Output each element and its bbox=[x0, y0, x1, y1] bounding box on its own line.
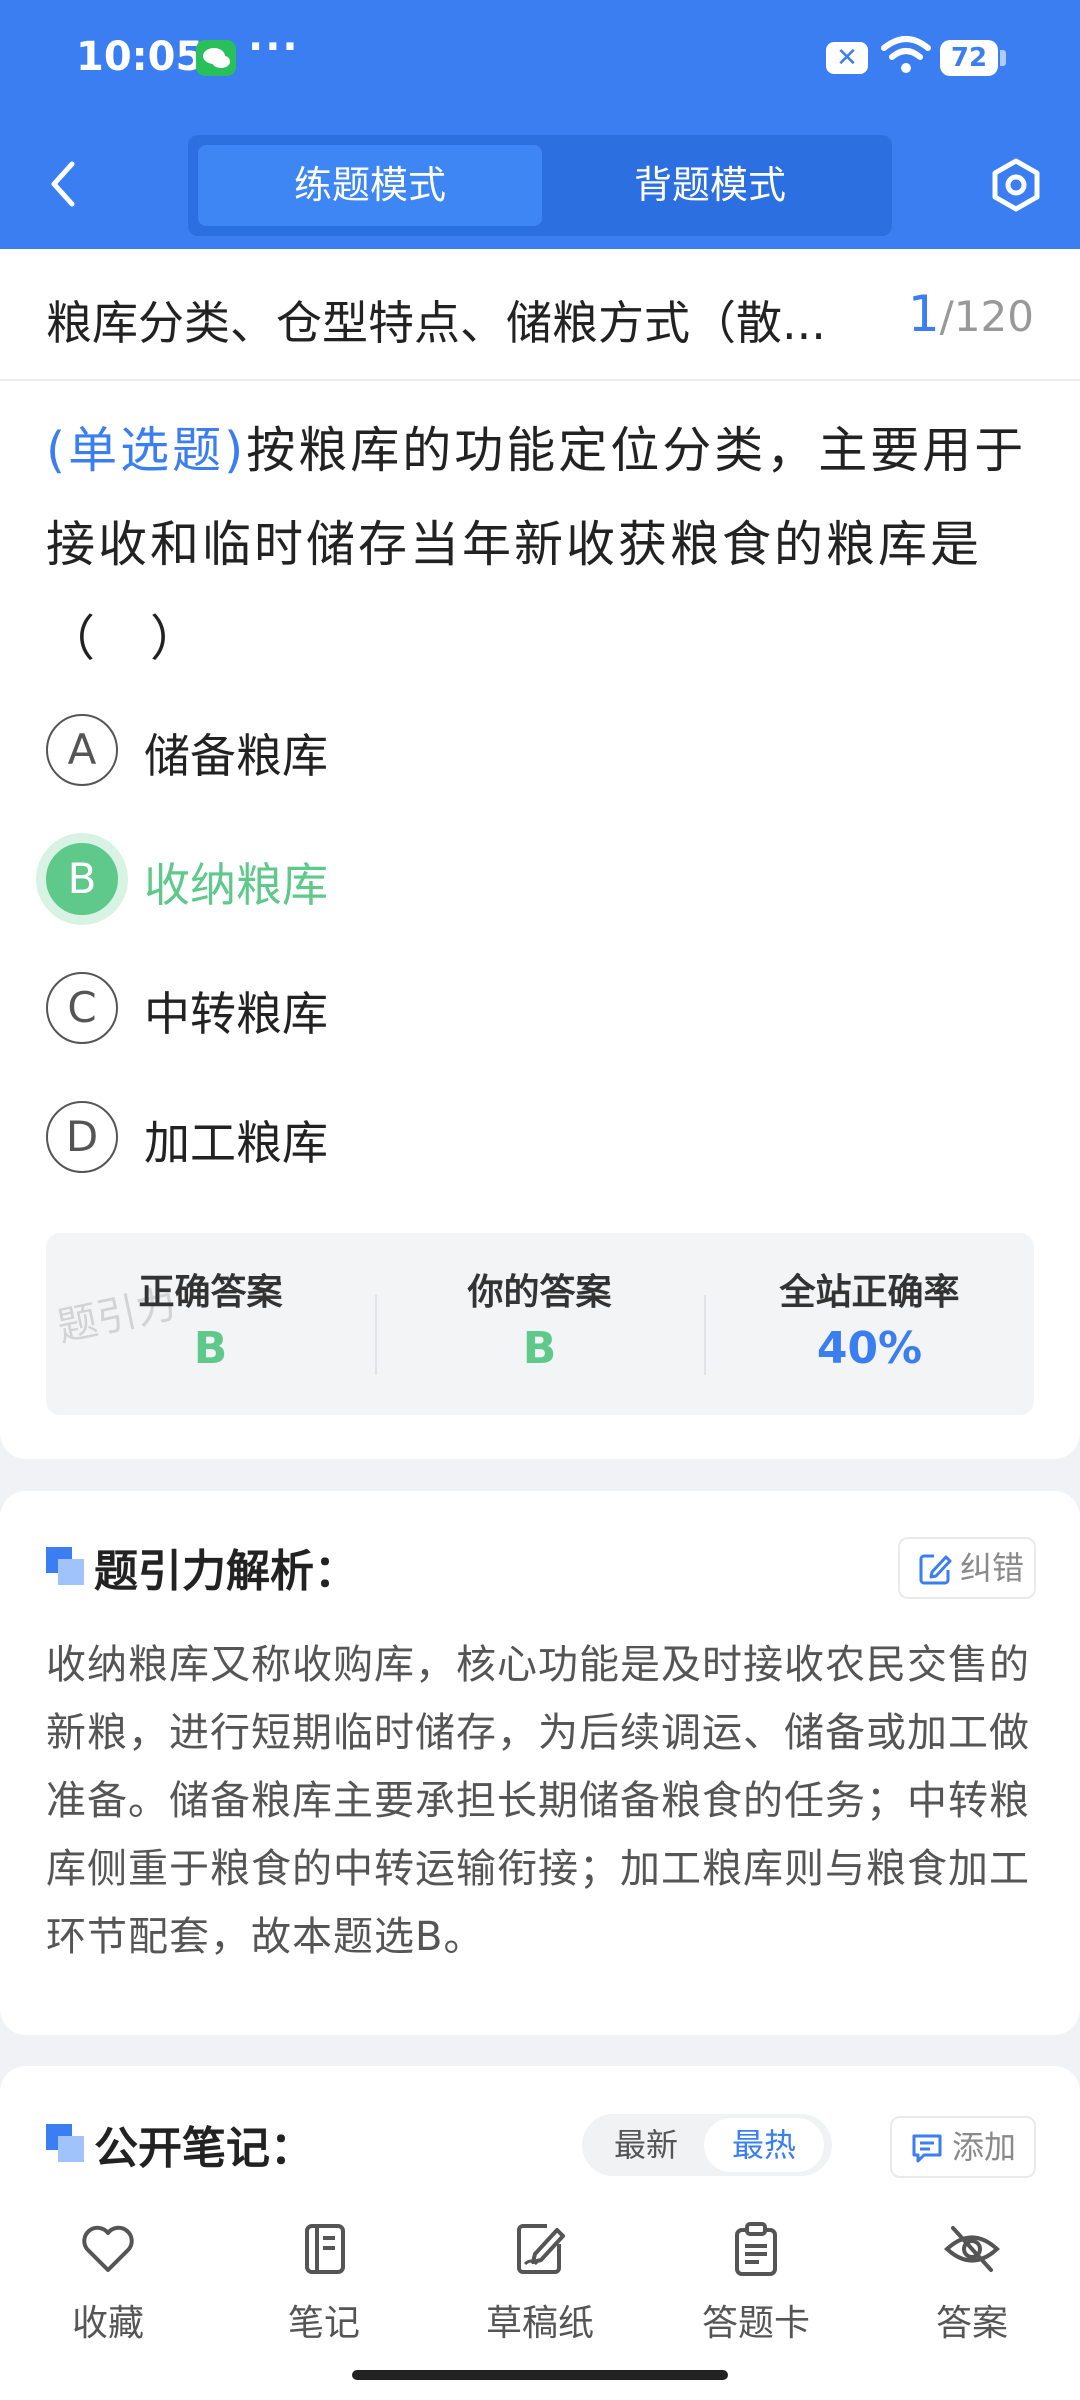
notes-sort-toggle: 最新 最热 bbox=[582, 2114, 832, 2176]
answer-card-button[interactable]: 答题卡 bbox=[676, 2220, 836, 2360]
correct-answer-value: B bbox=[193, 1323, 228, 1374]
add-note-button[interactable]: 添加 bbox=[890, 2116, 1036, 2178]
analysis-text: 收纳粮库又称收购库，核心功能是及时接收农民交售的新粮，进行短期临时储存，为后续调… bbox=[46, 1642, 1030, 1960]
settings-icon[interactable] bbox=[986, 155, 1046, 215]
chapter-title: 粮库分类、仓型特点、储粮方式（散... bbox=[46, 296, 826, 350]
breadcrumb: 粮库分类、仓型特点、储粮方式（散... 1/120 bbox=[0, 249, 1080, 381]
accuracy-column: 全站正确率 40% bbox=[705, 1233, 1034, 1415]
heart-icon bbox=[82, 2225, 134, 2272]
option-c-label: 中转粮库 bbox=[144, 987, 328, 1041]
edit-icon bbox=[919, 1554, 952, 1585]
option-a-key: A bbox=[46, 714, 118, 786]
wechat-notification-icon bbox=[196, 40, 236, 76]
no-sim-icon: ✕ bbox=[826, 42, 868, 74]
tab-practice-mode[interactable]: 练题模式 bbox=[198, 145, 542, 226]
total-questions: /120 bbox=[939, 292, 1034, 341]
favorite-button[interactable]: 收藏 bbox=[28, 2220, 188, 2360]
option-b-label: 收纳粮库 bbox=[144, 858, 328, 912]
top-header: 10:05 ··· ✕ 72 练题模式 背题模式 bbox=[0, 0, 1080, 249]
current-question-number: 1 bbox=[907, 285, 940, 343]
your-answer-value: B bbox=[522, 1323, 557, 1374]
add-note-label: 添加 bbox=[952, 2128, 1017, 2166]
answer-label: 答案 bbox=[935, 2303, 1008, 2344]
battery-indicator: 72 bbox=[940, 40, 1006, 76]
status-time: 10:05 bbox=[76, 34, 204, 80]
more-notifications-icon: ··· bbox=[248, 24, 300, 70]
your-answer-label: 你的答案 bbox=[467, 1272, 612, 1313]
section-square-icon bbox=[46, 2124, 84, 2162]
analysis-title: 题引力解析： bbox=[94, 1546, 358, 1597]
notes-title: 公开笔记： bbox=[94, 2123, 314, 2174]
option-d[interactable]: D 加工粮库 bbox=[46, 1101, 946, 1175]
report-error-button[interactable]: 纠错 bbox=[898, 1537, 1036, 1599]
option-a-label: 储备粮库 bbox=[144, 729, 328, 783]
clipboard-icon bbox=[735, 2222, 777, 2276]
mode-switch: 练题模式 背题模式 bbox=[188, 135, 892, 236]
option-d-label: 加工粮库 bbox=[144, 1116, 328, 1170]
home-indicator[interactable] bbox=[352, 2370, 728, 2380]
correct-answer-column: 正确答案 B bbox=[46, 1233, 375, 1415]
accuracy-label: 全站正确率 bbox=[779, 1272, 960, 1313]
toggle-answer-button[interactable]: 答案 bbox=[892, 2220, 1052, 2360]
wifi-icon bbox=[881, 36, 931, 73]
favorite-label: 收藏 bbox=[71, 2303, 144, 2344]
option-b[interactable]: B 收纳粮库 bbox=[46, 843, 946, 917]
option-a[interactable]: A 储备粮库 bbox=[46, 714, 946, 788]
scratch-paper-button[interactable]: 草稿纸 bbox=[460, 2220, 620, 2360]
back-arrow-icon[interactable] bbox=[40, 156, 90, 212]
question-stem: (单选题)按粮库的功能定位分类，主要用于接收和临时储存当年新收获粮食的粮库是（ … bbox=[46, 404, 1036, 686]
accuracy-value: 40% bbox=[816, 1323, 923, 1374]
question-card: 粮库分类、仓型特点、储粮方式（散... 1/120 (单选题)按粮库的功能定位分… bbox=[0, 249, 1080, 1459]
question-counter[interactable]: 1/120 bbox=[908, 285, 1034, 343]
sort-newest[interactable]: 最新 bbox=[596, 2114, 696, 2176]
option-d-key: D bbox=[46, 1101, 118, 1173]
option-c[interactable]: C 中转粮库 bbox=[46, 972, 946, 1046]
question-type: (单选题) bbox=[46, 422, 247, 479]
comment-icon bbox=[912, 2134, 942, 2163]
report-error-label: 纠错 bbox=[960, 1549, 1025, 1587]
draft-pencil-icon bbox=[517, 2224, 565, 2274]
answer-summary: 题引力 正确答案 B 你的答案 B 全站正确率 40% bbox=[46, 1233, 1034, 1415]
analysis-card: 题引力解析： 纠错 收纳粮库又称收购库，核心功能是及时接收农民交售的新粮，进行短… bbox=[0, 1491, 1080, 2035]
sort-hottest[interactable]: 最热 bbox=[704, 2118, 824, 2172]
notes-button[interactable]: 笔记 bbox=[244, 2220, 404, 2360]
scratch-paper-label: 草稿纸 bbox=[485, 2303, 594, 2344]
tab-memorize-mode[interactable]: 背题模式 bbox=[538, 145, 882, 226]
option-c-key: C bbox=[46, 972, 118, 1044]
section-square-icon bbox=[46, 1547, 84, 1585]
eye-off-icon bbox=[944, 2226, 1000, 2272]
correct-answer-label: 正确答案 bbox=[138, 1272, 283, 1313]
notebook-icon bbox=[305, 2224, 345, 2274]
notes-label: 笔记 bbox=[287, 2303, 360, 2344]
your-answer-column: 你的答案 B bbox=[375, 1233, 704, 1415]
answer-card-label: 答题卡 bbox=[701, 2303, 810, 2344]
bottom-toolbar: 收藏 笔记 草稿纸 答题卡 答案 bbox=[0, 2180, 1080, 2400]
option-b-key: B bbox=[46, 843, 118, 915]
